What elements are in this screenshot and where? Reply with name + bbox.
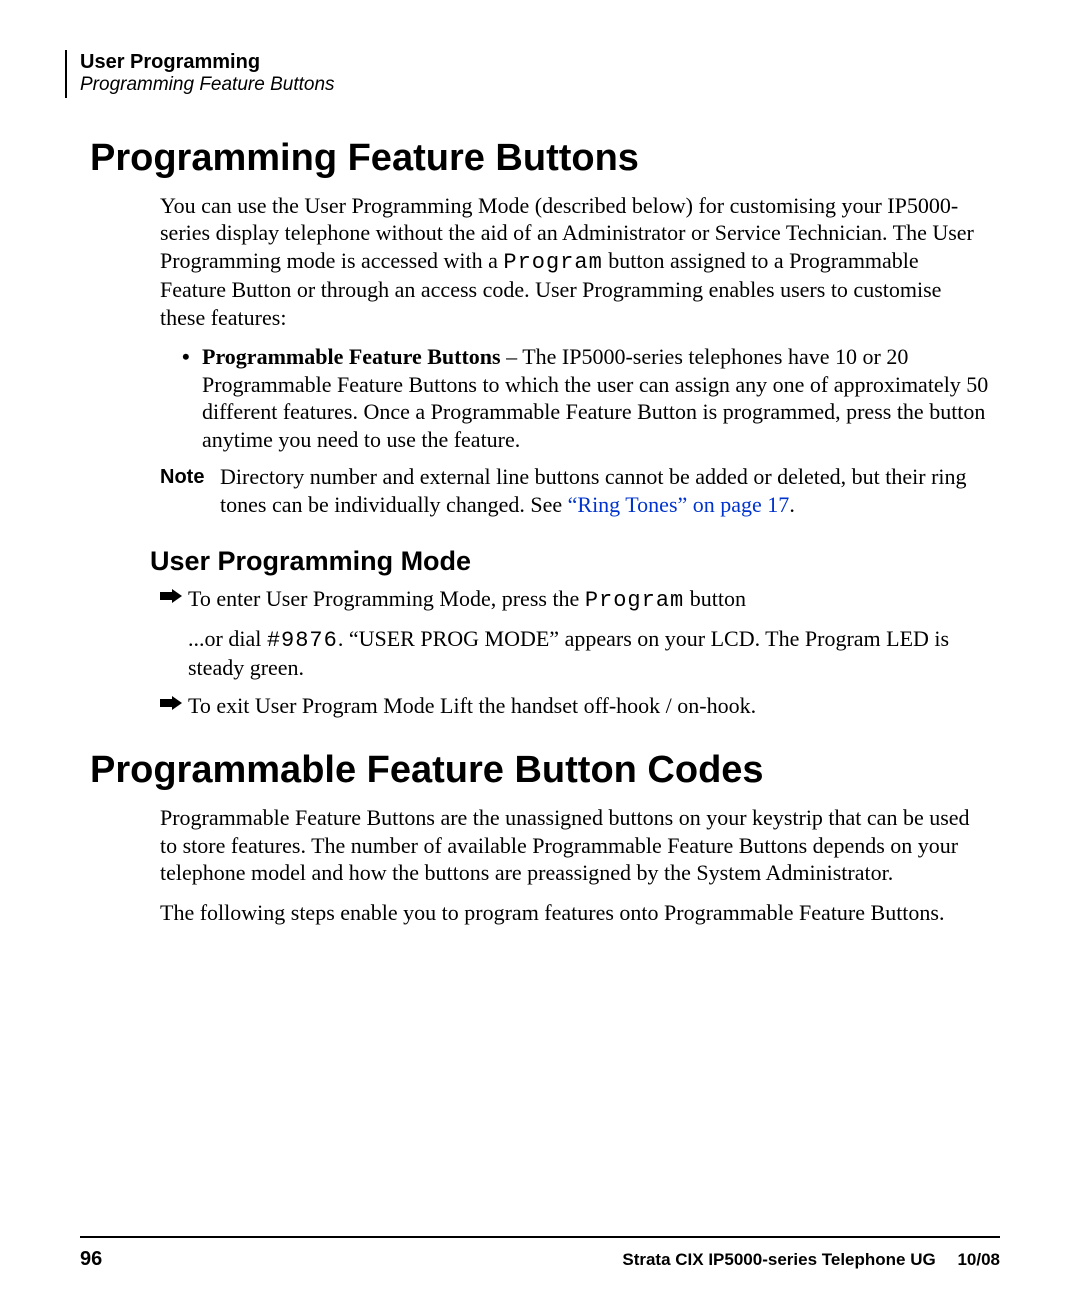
arrow-icon	[160, 692, 188, 720]
step1-code: Program	[585, 588, 684, 613]
ring-tones-link[interactable]: “Ring Tones” on page 17	[568, 492, 790, 517]
note-text-2: .	[789, 492, 795, 517]
running-header: User Programming Programming Feature But…	[80, 50, 1000, 97]
step1c-text-1: ...or dial	[188, 626, 267, 651]
arrow-icon	[160, 585, 188, 615]
heading-programmable-feature-button-codes: Programmable Feature Button Codes	[90, 749, 1000, 792]
page-number: 96	[80, 1248, 102, 1271]
bullet-icon: •	[182, 343, 202, 453]
step-exit-mode: To exit User Program Mode Lift the hands…	[160, 692, 990, 720]
note-block: Note Directory number and external line …	[160, 463, 990, 518]
step2-text: To exit User Program Mode Lift the hands…	[188, 692, 990, 720]
step1c-code: #9876	[267, 628, 338, 653]
steps-list: To enter User Programming Mode, press th…	[160, 585, 990, 719]
s2-paragraph-2: The following steps enable you to progra…	[160, 899, 990, 927]
step1-continuation: ...or dial #9876. “USER PROG MODE” appea…	[188, 625, 990, 682]
header-vertical-rule	[65, 50, 67, 98]
intro-paragraph: You can use the User Programming Mode (d…	[160, 192, 990, 332]
document-page: User Programming Programming Feature But…	[0, 0, 1080, 1311]
s2-body: Programmable Feature Buttons are the una…	[160, 804, 990, 926]
step1-text-2: button	[684, 586, 746, 611]
header-chapter: User Programming	[80, 50, 1000, 74]
bullet-lead: Programmable Feature Buttons	[202, 344, 501, 369]
bullet-list: • Programmable Feature Buttons – The IP5…	[160, 343, 990, 518]
bullet-programmable-feature-buttons: • Programmable Feature Buttons – The IP5…	[182, 343, 990, 453]
step1-text-1: To enter User Programming Mode, press th…	[188, 586, 585, 611]
header-section: Programming Feature Buttons	[80, 74, 1000, 97]
page-footer: 96 Strata CIX IP5000-series Telephone UG…	[80, 1236, 1000, 1271]
footer-doc-title: Strata CIX IP5000-series Telephone UG 10…	[622, 1250, 1000, 1270]
program-code: Program	[503, 250, 602, 275]
heading-programming-feature-buttons: Programming Feature Buttons	[90, 137, 1000, 180]
note-label: Note	[160, 463, 220, 518]
s2-paragraph-1: Programmable Feature Buttons are the una…	[160, 804, 990, 887]
heading-user-programming-mode: User Programming Mode	[150, 546, 1000, 577]
step-enter-mode: To enter User Programming Mode, press th…	[160, 585, 990, 615]
